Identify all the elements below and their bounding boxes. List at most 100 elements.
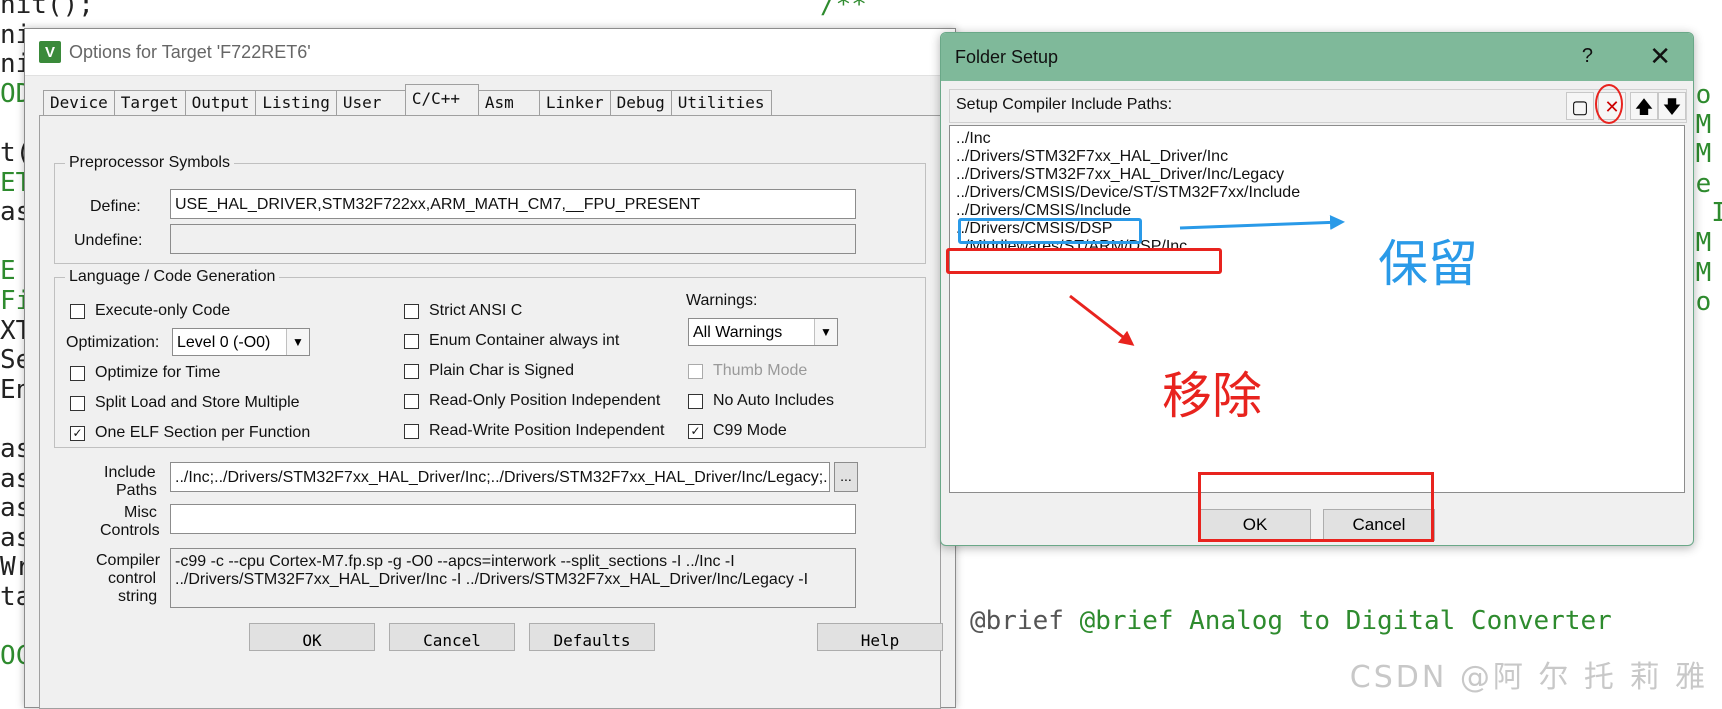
- code-comment-brief: @brief @brief Analog to Digital Converte…: [970, 606, 1612, 636]
- code-comment-open: /**: [820, 0, 867, 20]
- options-title: Options for Target 'F722RET6': [69, 41, 311, 62]
- list-item[interactable]: ../Inc: [956, 130, 991, 148]
- thumb-mode-checkbox[interactable]: Thumb Mode: [688, 362, 807, 380]
- compiler-label: Compiler: [96, 552, 161, 569]
- check-mark-icon: ✓: [70, 425, 85, 441]
- language-group: Language / Code Generation: [54, 268, 926, 448]
- folder-setup-toolbar: Setup Compiler Include Paths: ▢ ✕ 🡅 🡇: [949, 89, 1687, 123]
- chevron-down-icon: ▼: [814, 319, 837, 345]
- keep-label: 保留: [1378, 235, 1478, 293]
- tab-device[interactable]: Device: [43, 90, 115, 115]
- folder-setup-titlebar: Folder Setup ? ✕: [941, 33, 1693, 81]
- execute-only-checkbox[interactable]: Execute-only Code: [70, 302, 230, 320]
- compiler-label-2: control: [108, 570, 157, 587]
- tab-linker[interactable]: Linker: [538, 90, 611, 115]
- split-load-label: Split Load and Store Multiple: [95, 394, 300, 411]
- tab-c-cpp[interactable]: C/C++: [404, 84, 479, 115]
- tab-debug[interactable]: Debug: [609, 90, 672, 115]
- include-path-list[interactable]: ../Inc ../Drivers/STM32F7xx_HAL_Driver/I…: [949, 125, 1685, 493]
- thumb-mode-label: Thumb Mode: [713, 362, 808, 379]
- checkbox-box: [404, 393, 419, 409]
- misc-label: Misc: [124, 504, 157, 521]
- include-paths-label: Include: [104, 464, 156, 481]
- options-titlebar: V Options for Target 'F722RET6': [25, 29, 955, 76]
- no-auto-includes-label: No Auto Includes: [713, 392, 834, 409]
- checkbox-box: [404, 333, 419, 349]
- move-down-icon[interactable]: 🡇: [1658, 92, 1686, 120]
- undefine-label: Undefine:: [74, 232, 143, 249]
- csdn-watermark: CSDN @阿 尔 托 莉 雅: [1349, 660, 1708, 695]
- strict-ansi-label: Strict ANSI C: [429, 302, 523, 319]
- move-up-icon[interactable]: 🡅: [1630, 92, 1658, 120]
- code-line: nit();: [0, 0, 94, 20]
- help-icon[interactable]: ?: [1582, 45, 1593, 68]
- rw-pos-label: Read-Write Position Independent: [429, 422, 665, 439]
- new-folder-icon[interactable]: ▢: [1566, 92, 1594, 120]
- cancel-button[interactable]: Cancel: [389, 623, 515, 651]
- checkbox-box: [404, 303, 419, 319]
- code-line: E: [0, 256, 16, 287]
- ok-highlight-box: [1198, 472, 1434, 542]
- tab-listing[interactable]: Listing: [255, 90, 337, 115]
- language-legend: Language / Code Generation: [69, 268, 276, 285]
- optimization-label: Optimization:: [66, 334, 160, 351]
- enum-container-checkbox[interactable]: Enum Container always int: [404, 332, 619, 350]
- optimization-value: Level 0 (-O0): [177, 334, 271, 351]
- remove-label: 移除: [1162, 367, 1262, 425]
- rw-pos-checkbox[interactable]: Read-Write Position Independent: [404, 422, 664, 440]
- list-item[interactable]: ../Drivers/STM32F7xx_HAL_Driver/Inc: [956, 148, 1228, 166]
- include-paths-label-2: Paths: [116, 482, 157, 499]
- warnings-value: All Warnings: [693, 324, 783, 341]
- help-button[interactable]: Help: [817, 623, 943, 651]
- execute-only-label: Execute-only Code: [95, 302, 231, 319]
- undefine-input[interactable]: [170, 224, 856, 254]
- plain-char-checkbox[interactable]: Plain Char is Signed: [404, 362, 574, 380]
- compiler-line-1: -c99 -c --cpu Cortex-M7.fp.sp -g -O0 --a…: [175, 553, 735, 570]
- folder-setup-title: Folder Setup: [955, 46, 1059, 67]
- enum-container-label: Enum Container always int: [429, 332, 620, 349]
- checkbox-box: [70, 303, 85, 319]
- checkbox-box: [70, 365, 85, 381]
- checkbox-box: [688, 393, 703, 409]
- include-paths-input[interactable]: ../Inc;../Drivers/STM32F7xx_HAL_Driver/I…: [170, 462, 830, 492]
- define-label: Define:: [90, 198, 141, 215]
- optimize-time-checkbox[interactable]: Optimize for Time: [70, 364, 220, 382]
- compiler-control-string[interactable]: -c99 -c --cpu Cortex-M7.fp.sp -g -O0 --a…: [170, 548, 856, 608]
- tab-asm[interactable]: Asm: [477, 90, 540, 115]
- c99-mode-checkbox[interactable]: ✓ C99 Mode: [688, 422, 787, 440]
- optimization-select[interactable]: Level 0 (-O0) ▼: [172, 328, 310, 356]
- tab-user[interactable]: User: [335, 90, 406, 115]
- defaults-button[interactable]: Defaults: [529, 623, 655, 651]
- check-mark-icon: ✓: [688, 423, 703, 439]
- tab-utilities[interactable]: Utilities: [670, 90, 772, 115]
- list-item[interactable]: ../Drivers/CMSIS/Device/ST/STM32F7xx/Inc…: [956, 184, 1300, 202]
- ro-pos-checkbox[interactable]: Read-Only Position Independent: [404, 392, 660, 410]
- split-load-checkbox[interactable]: Split Load and Store Multiple: [70, 394, 300, 412]
- strict-ansi-checkbox[interactable]: Strict ANSI C: [404, 302, 522, 320]
- warnings-select[interactable]: All Warnings ▼: [688, 318, 838, 346]
- folder-setup-dialog: Folder Setup ? ✕ Setup Compiler Include …: [940, 32, 1694, 546]
- plain-char-label: Plain Char is Signed: [429, 362, 574, 379]
- define-input[interactable]: USE_HAL_DRIVER,STM32F722xx,ARM_MATH_CM7,…: [170, 189, 856, 219]
- misc-controls-input[interactable]: [170, 504, 856, 534]
- compiler-line-2: ../Drivers/STM32F7xx_HAL_Driver/Inc -I .…: [175, 571, 809, 588]
- delete-highlight-circle: [1595, 84, 1623, 124]
- options-tabs: Device Target Output Listing User C/C++ …: [43, 84, 772, 115]
- keep-highlight-box: [958, 218, 1142, 244]
- checkbox-box: [404, 423, 419, 439]
- no-auto-includes-checkbox[interactable]: No Auto Includes: [688, 392, 834, 410]
- misc-label-2: Controls: [100, 522, 160, 539]
- remove-highlight-box: [946, 248, 1222, 274]
- list-item[interactable]: ../Drivers/STM32F7xx_HAL_Driver/Inc/Lega…: [956, 166, 1284, 184]
- browse-include-paths-button[interactable]: ...: [834, 462, 858, 492]
- ok-button[interactable]: OK: [249, 623, 375, 651]
- one-elf-label: One ELF Section per Function: [95, 424, 311, 441]
- c99-mode-label: C99 Mode: [713, 422, 787, 439]
- keil-app-icon: V: [39, 41, 61, 63]
- checkbox-box: [688, 363, 703, 379]
- tab-output[interactable]: Output: [184, 90, 257, 115]
- close-icon[interactable]: ✕: [1649, 41, 1671, 72]
- tab-target[interactable]: Target: [113, 90, 186, 115]
- one-elf-checkbox[interactable]: ✓ One ELF Section per Function: [70, 424, 310, 442]
- code-comment-brief-text: @brief Analog to Digital Converter: [1079, 606, 1612, 636]
